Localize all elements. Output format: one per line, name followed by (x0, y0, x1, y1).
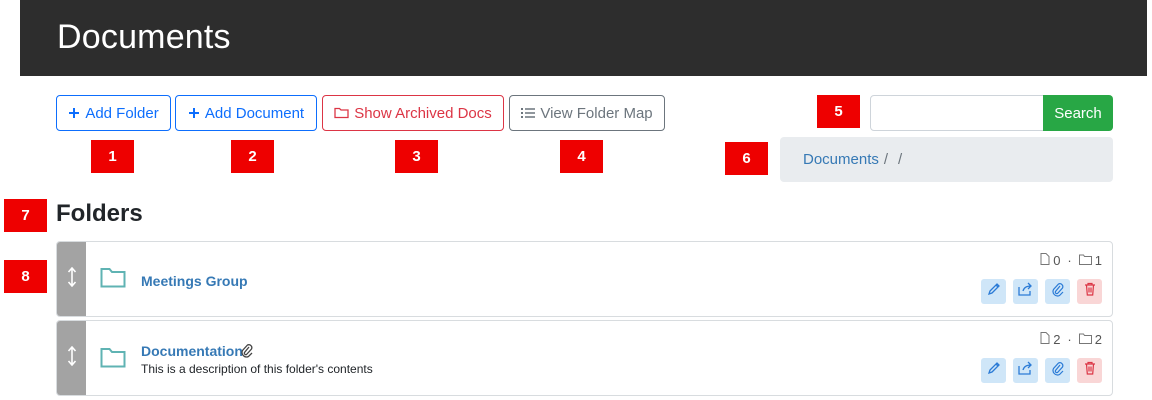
file-icon (1040, 332, 1050, 347)
drag-handle[interactable] (57, 321, 86, 395)
page-title: Documents (57, 18, 231, 56)
folder-actions (981, 279, 1102, 304)
pencil-icon (987, 361, 1001, 380)
marker-7: 7 (4, 199, 47, 232)
folder-outline-icon (334, 107, 349, 119)
vertical-arrows-icon (67, 345, 77, 371)
paperclip-icon (1051, 361, 1064, 381)
marker-4: 4 (560, 140, 603, 173)
view-folder-map-label: View Folder Map (540, 104, 653, 122)
search-button[interactable]: Search (1043, 95, 1113, 131)
folder-row: Meetings Group 0 · 1 (56, 241, 1113, 317)
add-document-button[interactable]: Add Document (175, 95, 317, 131)
marker-2: 2 (231, 140, 274, 173)
folder-row: Documentation This is a description of t… (56, 320, 1113, 396)
plus-icon (68, 107, 80, 119)
view-folder-map-button[interactable]: View Folder Map (509, 95, 665, 131)
folder-name-link[interactable]: Meetings Group (141, 273, 248, 289)
search-input[interactable] (870, 95, 1044, 131)
breadcrumb: Documents / / (780, 137, 1113, 182)
breadcrumb-documents-link[interactable]: Documents (803, 151, 879, 168)
folders-heading: Folders (56, 200, 143, 227)
folder-description: This is a description of this folder's c… (141, 362, 373, 376)
show-archived-docs-button[interactable]: Show Archived Docs (322, 95, 504, 131)
folder-icon (1078, 332, 1092, 347)
folder-counts: 2 · 2 (1040, 332, 1102, 347)
trash-icon (1084, 361, 1096, 380)
add-folder-button[interactable]: Add Folder (56, 95, 171, 131)
edit-folder-button[interactable] (981, 358, 1006, 383)
paperclip-icon (241, 343, 253, 363)
document-count: 2 (1053, 332, 1061, 347)
share-icon (1017, 282, 1034, 301)
marker-6: 6 (725, 142, 768, 175)
folder-name-link[interactable]: Documentation (141, 343, 243, 359)
marker-5: 5 (817, 95, 860, 128)
marker-3: 3 (395, 140, 438, 173)
subfolder-count: 1 (1094, 253, 1102, 268)
edit-folder-button[interactable] (981, 279, 1006, 304)
document-count: 0 (1053, 253, 1061, 268)
breadcrumb-separator: / (898, 151, 903, 168)
folder-icon (100, 267, 126, 293)
marker-1: 1 (91, 140, 134, 173)
breadcrumb-separator: / (883, 151, 889, 168)
attach-folder-button[interactable] (1045, 279, 1070, 304)
file-icon (1040, 253, 1050, 268)
marker-8: 8 (4, 260, 47, 293)
attach-folder-button[interactable] (1045, 358, 1070, 383)
delete-folder-button[interactable] (1077, 358, 1102, 383)
add-folder-label: Add Folder (85, 104, 159, 122)
pencil-icon (987, 282, 1001, 301)
folder-icon (1078, 253, 1092, 268)
add-document-label: Add Document (204, 104, 305, 122)
trash-icon (1084, 282, 1096, 301)
share-folder-button[interactable] (1013, 279, 1038, 304)
folder-counts: 0 · 1 (1040, 253, 1102, 268)
folder-icon (100, 347, 126, 373)
list-icon (521, 107, 536, 119)
share-icon (1017, 361, 1034, 380)
share-folder-button[interactable] (1013, 358, 1038, 383)
subfolder-count: 2 (1094, 332, 1102, 347)
page-header: Documents (20, 0, 1147, 76)
plus-icon (188, 107, 200, 119)
drag-handle[interactable] (57, 242, 86, 316)
vertical-arrows-icon (67, 266, 77, 292)
paperclip-icon (1051, 282, 1064, 302)
delete-folder-button[interactable] (1077, 279, 1102, 304)
folder-actions (981, 358, 1102, 383)
show-archived-label: Show Archived Docs (354, 104, 492, 122)
